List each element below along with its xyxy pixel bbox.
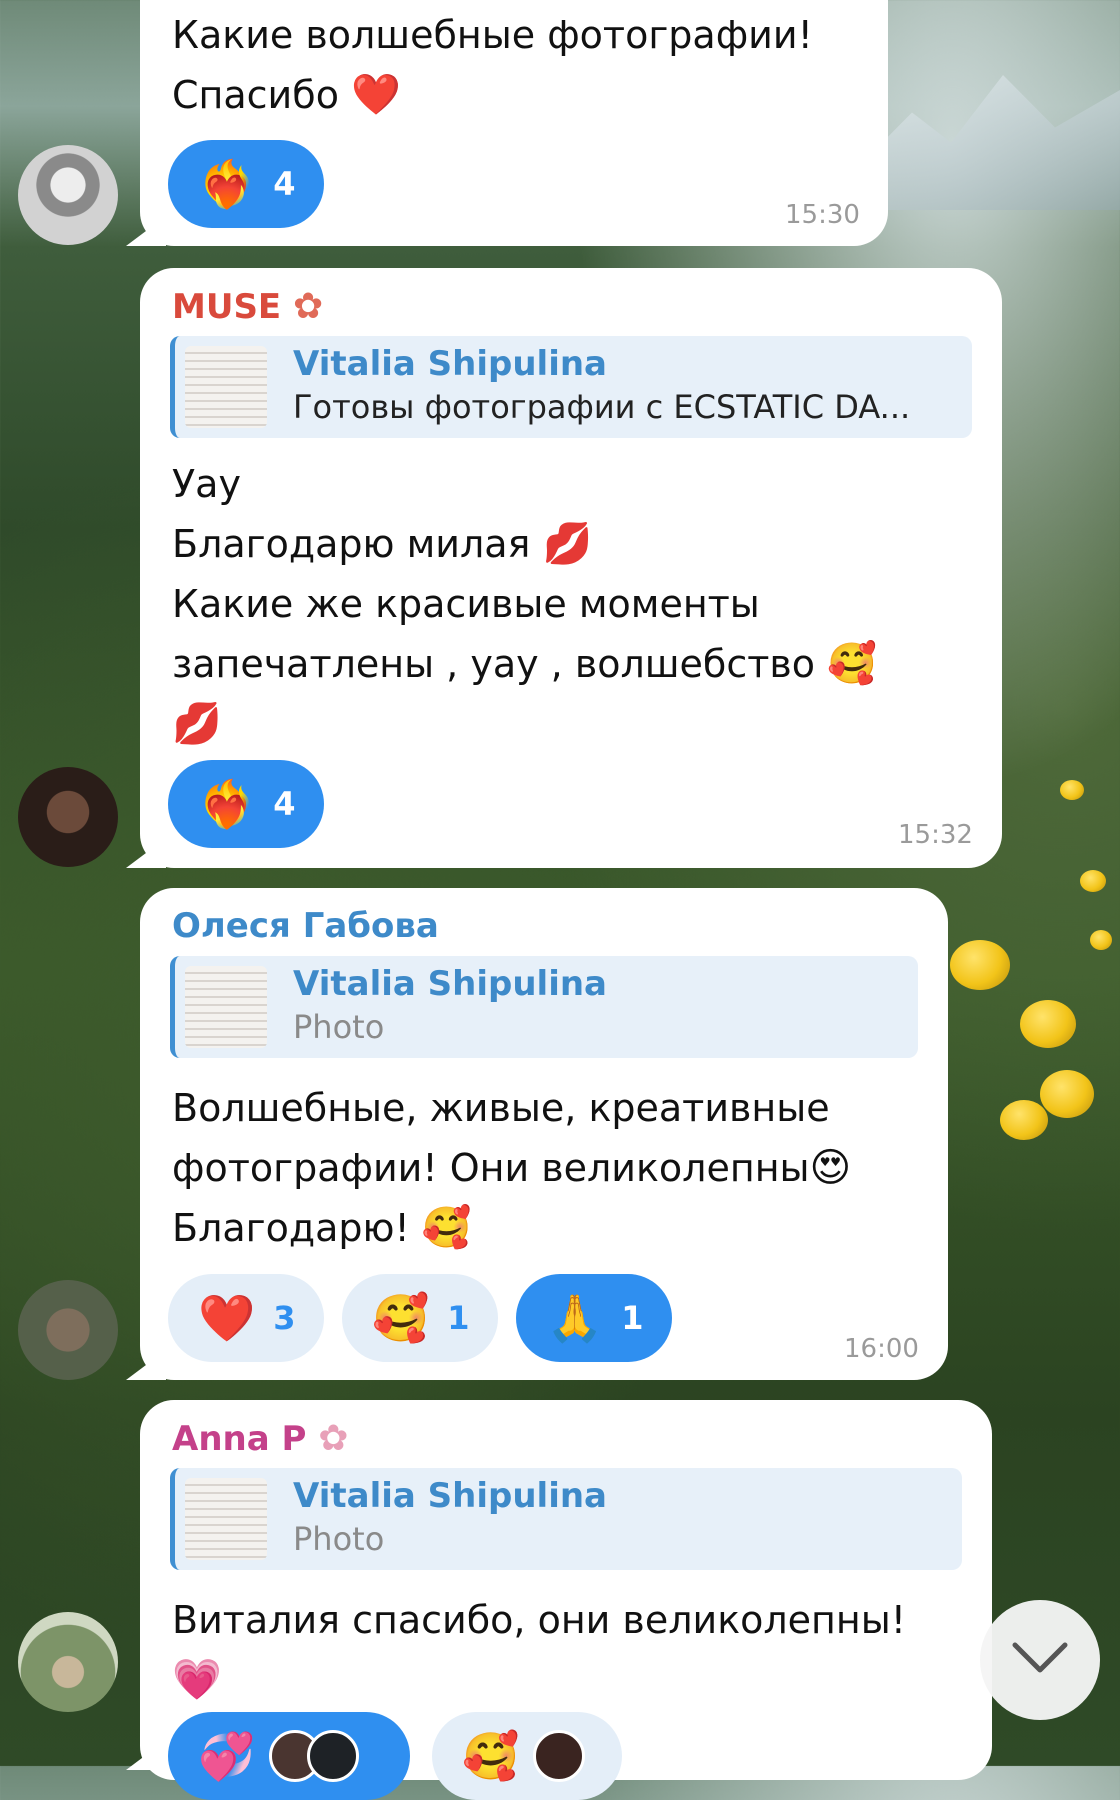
sender-name[interactable]: Anna P ✿ — [172, 1418, 348, 1459]
message-bubble[interactable]: Какие волшебные фотографии! Спасибо ❤️ ❤… — [140, 0, 888, 246]
reaction-count: 1 — [621, 1299, 644, 1337]
wallpaper-mountain — [860, 75, 1120, 210]
message-time: 16:00 — [844, 1334, 919, 1364]
flower-icon: ✿ — [318, 1418, 349, 1459]
heart-eyes-emoji: 😍 — [809, 1145, 852, 1191]
reply-preview[interactable]: Vitalia Shipulina Photo — [170, 1468, 962, 1570]
avatar[interactable] — [18, 1280, 118, 1380]
reply-preview[interactable]: Vitalia Shipulina Photo — [170, 956, 918, 1058]
pray-icon: 🙏 — [546, 1291, 604, 1345]
smiling-hearts-emoji: 🥰 — [827, 641, 877, 687]
reply-text: Готовы фотографии с ECSTATIC DA... — [293, 388, 911, 426]
reply-text: Photo — [293, 1520, 385, 1558]
message-time: 15:32 — [898, 820, 973, 850]
reaction-heart[interactable]: ❤️ 3 — [168, 1274, 324, 1362]
kiss-emoji: 💋 — [542, 521, 593, 567]
fire-heart-icon: ❤️‍🔥 — [198, 157, 256, 211]
message-text: Какие волшебные фотографии! Спасибо ❤️ — [172, 13, 813, 118]
smiling-hearts-emoji: 🥰 — [421, 1205, 472, 1251]
pink-heart-emoji: 💗 — [172, 1657, 222, 1703]
sender-name[interactable]: MUSE ✿ — [172, 286, 323, 327]
scroll-to-bottom-button[interactable] — [980, 1600, 1100, 1720]
message-bubble[interactable]: Олеся Габова Vitalia Shipulina Photo Вол… — [140, 888, 948, 1380]
avatar[interactable] — [18, 145, 118, 245]
message-text: Волшебные, живые, креативные фотографии!… — [172, 1086, 852, 1251]
message-time: 15:30 — [785, 200, 860, 230]
chevron-down-icon — [1011, 1641, 1069, 1679]
fire-heart-icon: ❤️‍🔥 — [198, 777, 256, 831]
reply-thumbnail — [185, 1478, 267, 1560]
reply-thumbnail — [185, 966, 267, 1048]
message-text: Виталия спасибо, они великолепны! 💗 — [172, 1598, 906, 1703]
reply-author: Vitalia Shipulina — [293, 964, 608, 1004]
reply-text: Photo — [293, 1008, 385, 1046]
smiling-hearts-icon: 🥰 — [372, 1291, 430, 1345]
kiss-emoji: 💋 — [172, 701, 222, 747]
smiling-hearts-icon: 🥰 — [462, 1729, 520, 1783]
reaction-fire-heart[interactable]: ❤️‍🔥 4 — [168, 760, 324, 848]
avatar[interactable] — [18, 1612, 118, 1712]
message-text: Уау Благодарю милая 💋 Какие же красивые … — [172, 462, 877, 747]
reply-preview[interactable]: Vitalia Shipulina Готовы фотографии с EC… — [170, 336, 972, 438]
reply-author: Vitalia Shipulina — [293, 344, 608, 384]
reaction-count: 1 — [447, 1299, 470, 1337]
reaction-pray[interactable]: 🙏 1 — [516, 1274, 672, 1362]
reaction-smiling-hearts[interactable]: 🥰 1 — [342, 1274, 498, 1362]
hearts-icon: 💞 — [198, 1729, 256, 1783]
avatar[interactable] — [18, 767, 118, 867]
lotus-icon: ✿ — [293, 286, 324, 327]
reply-author: Vitalia Shipulina — [293, 1476, 608, 1516]
reaction-count: 4 — [273, 785, 296, 823]
reaction-count: 3 — [273, 1299, 296, 1337]
reaction-count: 4 — [273, 165, 296, 203]
reaction-fire-heart[interactable]: ❤️‍🔥 4 — [168, 140, 324, 228]
reaction-smiling-hearts[interactable]: 🥰 — [432, 1712, 622, 1800]
reaction-hearts[interactable]: 💞 — [168, 1712, 410, 1800]
heart-emoji: ❤️ — [351, 72, 401, 118]
reactor-avatar — [307, 1730, 360, 1782]
reply-thumbnail — [185, 346, 267, 428]
message-bubble[interactable]: Anna P ✿ Vitalia Shipulina Photo Виталия… — [140, 1400, 992, 1800]
message-bubble[interactable]: MUSE ✿ Vitalia Shipulina Готовы фотограф… — [140, 268, 1002, 868]
sender-name[interactable]: Олеся Габова — [172, 906, 439, 946]
heart-icon: ❤️ — [198, 1291, 256, 1345]
reactor-avatar — [533, 1730, 586, 1782]
